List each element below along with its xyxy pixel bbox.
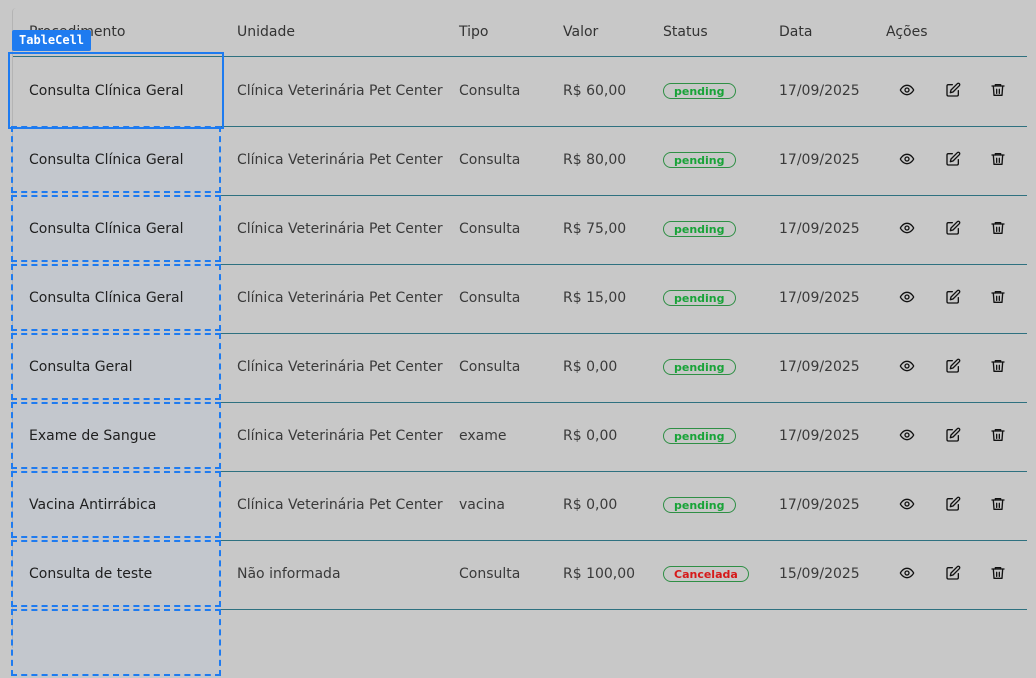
cell-valor: R$ 80,00	[563, 152, 627, 168]
cell-unidade: Clínica Veterinária Pet Center	[237, 359, 443, 375]
cell-unidade: Clínica Veterinária Pet Center	[237, 290, 443, 306]
status-badge: pending	[663, 290, 736, 306]
header-status[interactable]: Status	[663, 24, 708, 40]
cell-valor: R$ 0,00	[563, 497, 618, 513]
edit-icon[interactable]	[944, 564, 962, 582]
table-row[interactable]: Consulta Clínica Geral Clínica Veterinári…	[11, 126, 1027, 196]
status-badge: Cancelada	[663, 566, 749, 582]
trash-icon[interactable]	[989, 81, 1007, 99]
table-row[interactable]: Consulta de teste Não informada Consulta R$…	[11, 540, 1027, 610]
header-acoes: Ações	[886, 24, 928, 40]
header-tipo[interactable]: Tipo	[459, 24, 488, 40]
edit-icon[interactable]	[944, 357, 962, 375]
eye-icon[interactable]	[898, 219, 916, 237]
cell-valor: R$ 60,00	[563, 83, 627, 99]
cell-unidade: Clínica Veterinária Pet Center	[237, 428, 443, 444]
cell-procedimento: Consulta Clínica Geral	[29, 152, 184, 168]
cell-unidade: Clínica Veterinária Pet Center	[237, 83, 443, 99]
trash-icon[interactable]	[989, 495, 1007, 513]
cell-tipo: Consulta	[459, 152, 521, 168]
eye-icon[interactable]	[898, 288, 916, 306]
cell-unidade: Não informada	[237, 566, 341, 582]
eye-icon[interactable]	[898, 357, 916, 375]
table-row[interactable]: Consulta Clínica Geral Clínica Veterinári…	[11, 264, 1027, 334]
table-row[interactable]	[11, 609, 1027, 678]
cell-valor: R$ 0,00	[563, 428, 618, 444]
trash-icon[interactable]	[989, 219, 1007, 237]
cell-unidade: Clínica Veterinária Pet Center	[237, 152, 443, 168]
cell-valor: R$ 100,00	[563, 566, 636, 582]
cell-data: 17/09/2025	[779, 221, 860, 237]
cell-tipo: Consulta	[459, 290, 521, 306]
table-header-row: Procedimento Unidade Tipo Valor Status D…	[13, 8, 1027, 57]
cell-valor: R$ 15,00	[563, 290, 627, 306]
edit-icon[interactable]	[944, 495, 962, 513]
cell-tipo: Consulta	[459, 566, 521, 582]
trash-icon[interactable]	[989, 150, 1007, 168]
eye-icon[interactable]	[898, 81, 916, 99]
eye-icon[interactable]	[898, 150, 916, 168]
cell-procedimento: Consulta Clínica Geral	[29, 221, 184, 237]
eye-icon[interactable]	[898, 564, 916, 582]
table-row[interactable]: Exame de Sangue Clínica Veterinária Pet C…	[11, 402, 1027, 472]
cell-tipo: vacina	[459, 497, 505, 513]
status-badge: pending	[663, 152, 736, 168]
cell-procedimento: Consulta Geral	[29, 359, 133, 375]
table-row[interactable]: Consulta Clínica Geral Clínica Veterinári…	[13, 57, 1027, 127]
status-badge: pending	[663, 83, 736, 99]
trash-icon[interactable]	[989, 564, 1007, 582]
cell-tipo: Consulta	[459, 83, 521, 99]
procedure-cell[interactable]	[13, 609, 221, 678]
cell-tipo: exame	[459, 428, 507, 444]
cell-procedimento: Consulta Clínica Geral	[29, 83, 184, 99]
cell-procedimento: Consulta Clínica Geral	[29, 290, 184, 306]
edit-icon[interactable]	[944, 150, 962, 168]
edit-icon[interactable]	[944, 219, 962, 237]
cell-procedimento: Consulta de teste	[29, 566, 153, 582]
cell-valor: R$ 0,00	[563, 359, 618, 375]
cell-data: 17/09/2025	[779, 152, 860, 168]
eye-icon[interactable]	[898, 426, 916, 444]
trash-icon[interactable]	[989, 288, 1007, 306]
header-data[interactable]: Data	[779, 24, 812, 40]
status-badge: pending	[663, 359, 736, 375]
cell-valor: R$ 75,00	[563, 221, 627, 237]
edit-icon[interactable]	[944, 288, 962, 306]
cell-procedimento: Exame de Sangue	[29, 428, 157, 444]
eye-icon[interactable]	[898, 495, 916, 513]
cell-procedimento: Vacina Antirrábica	[29, 497, 157, 513]
edit-icon[interactable]	[944, 81, 962, 99]
edit-icon[interactable]	[944, 426, 962, 444]
procedures-table: Procedimento Unidade Tipo Valor Status D…	[11, 8, 1027, 678]
status-badge: pending	[663, 428, 736, 444]
cell-data: 17/09/2025	[779, 83, 860, 99]
cell-unidade: Clínica Veterinária Pet Center	[237, 221, 443, 237]
cell-data: 17/09/2025	[779, 290, 860, 306]
status-badge: pending	[663, 497, 736, 513]
trash-icon[interactable]	[989, 357, 1007, 375]
cell-data: 17/09/2025	[779, 359, 860, 375]
table-row[interactable]: Vacina Antirrábica Clínica Veterinária Pe…	[11, 471, 1027, 541]
cell-data: 17/09/2025	[779, 497, 860, 513]
table-cell-tag: TableCell	[12, 30, 92, 51]
cell-data: 15/09/2025	[779, 566, 860, 582]
table-row[interactable]: Consulta Geral Clínica Veterinária Pet Ce…	[11, 333, 1027, 403]
status-badge: pending	[663, 221, 736, 237]
header-valor[interactable]: Valor	[563, 24, 598, 40]
trash-icon[interactable]	[989, 426, 1007, 444]
cell-unidade: Clínica Veterinária Pet Center	[237, 497, 443, 513]
table-row[interactable]: Consulta Clínica Geral Clínica Veterinári…	[11, 195, 1027, 265]
cell-tipo: Consulta	[459, 359, 521, 375]
header-unidade[interactable]: Unidade	[237, 24, 295, 40]
cell-data: 17/09/2025	[779, 428, 860, 444]
cell-tipo: Consulta	[459, 221, 521, 237]
